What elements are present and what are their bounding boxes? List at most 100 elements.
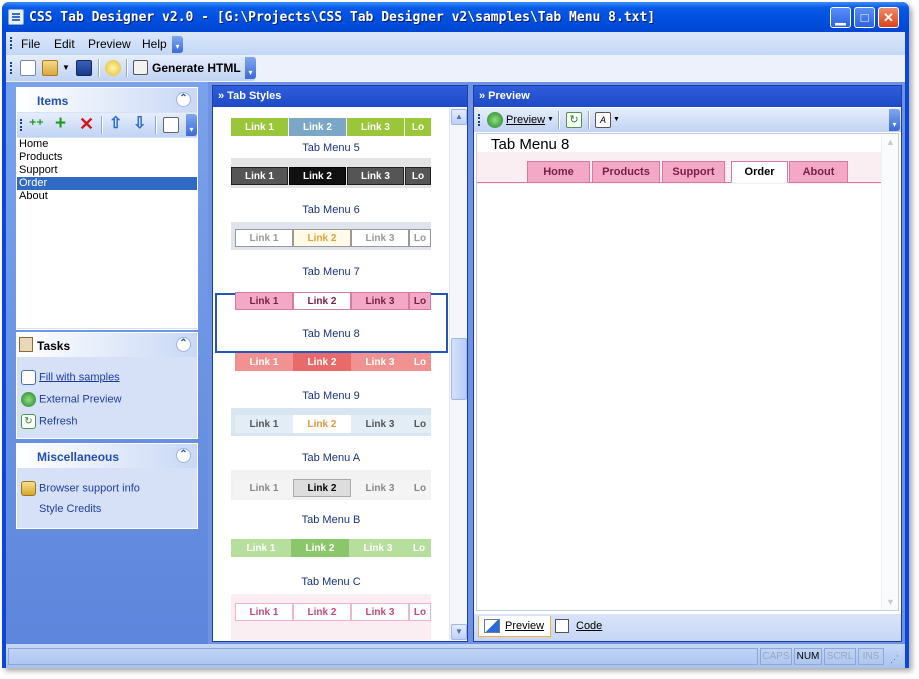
move-up-icon[interactable]: ⇧ (109, 116, 125, 132)
preview-button[interactable]: Preview (506, 114, 545, 126)
preview-toolbar-grip[interactable] (478, 114, 481, 126)
status-ins: INS (858, 648, 884, 665)
misc-panel-header[interactable]: Miscellaneous ⌃ (17, 444, 197, 468)
items-toolbar-grip[interactable] (20, 119, 23, 131)
list-item[interactable]: Support (17, 164, 197, 177)
open-dropdown-icon[interactable]: ▼ (62, 63, 70, 72)
browser-support-link[interactable]: Browser support info (21, 481, 140, 496)
refresh-link[interactable]: ↻ Refresh (21, 414, 78, 429)
style-preview-strip[interactable]: Link 1 Link 2 Link 3 Lo (231, 118, 431, 136)
save-icon[interactable] (76, 60, 92, 76)
style-caption[interactable]: Tab Menu 7 (213, 266, 449, 278)
menu-edit[interactable]: Edit (54, 37, 75, 51)
menu-help[interactable]: Help (142, 37, 167, 51)
style-tab: Lo (407, 539, 431, 557)
move-down-icon[interactable]: ⇩ (133, 116, 149, 132)
app-icon[interactable] (8, 9, 24, 25)
code-tab-icon (555, 619, 569, 633)
list-item[interactable]: Products (17, 151, 197, 164)
style-caption[interactable]: Tab Menu 8 (213, 328, 449, 340)
menu-file[interactable]: File (21, 37, 40, 51)
style-preview-strip[interactable]: Link 1 Link 2 Link 3 Lo (231, 229, 431, 247)
style-preview-strip[interactable]: Link 1 Link 2 Link 3 Lo (231, 167, 431, 185)
external-preview-link[interactable]: External Preview (21, 392, 122, 407)
preview-tab-home[interactable]: Home (527, 161, 590, 183)
tab-preview[interactable]: Preview (478, 616, 552, 637)
open-folder-icon[interactable] (42, 60, 58, 76)
style-tab: Link 1 (235, 415, 293, 433)
list-item-selected[interactable]: Order (17, 177, 197, 190)
menu-grip[interactable] (10, 37, 13, 49)
collapse-icon[interactable]: ⌃ (176, 337, 191, 352)
style-tab: Link 1 (235, 229, 293, 247)
preview-browser[interactable]: Tab Menu 8 Home Products Support Order A… (476, 133, 899, 611)
items-panel-header[interactable]: Items ⌃ (17, 88, 197, 112)
tab-code[interactable]: Code (550, 616, 608, 637)
minimize-button[interactable]: ▁ (830, 7, 851, 28)
close-button[interactable]: ✕ (878, 7, 899, 28)
delete-item-icon[interactable]: ✕ (79, 115, 95, 133)
style-credits-link[interactable]: Style Credits (39, 503, 101, 515)
help-icon[interactable] (105, 60, 121, 76)
add-item-icon[interactable]: + (55, 114, 71, 133)
style-preview-strip[interactable]: Link 1 Link 2 Link 3 Lo (231, 292, 431, 310)
edit-item-icon[interactable] (163, 117, 179, 133)
items-toolbar-overflow-icon[interactable]: ▾ (186, 114, 197, 136)
scroll-down-icon[interactable]: ▼ (886, 597, 895, 607)
status-bar: CAPS NUM SCRL INS ⋰ (6, 644, 905, 668)
toolbar-grip[interactable] (10, 62, 13, 74)
preview-scrollbar[interactable]: ▲ ▼ (881, 134, 898, 610)
items-toolbar-separator (101, 116, 102, 134)
list-item[interactable]: About (17, 190, 197, 203)
tab-styles-list[interactable]: Link 1 Link 2 Link 3 Lo Tab Menu 5 Link … (213, 108, 449, 640)
tab-styles-scrollbar[interactable]: ▲ ▼ (449, 108, 467, 641)
list-icon (21, 370, 36, 385)
style-caption[interactable]: Tab Menu 6 (213, 204, 449, 216)
style-caption[interactable]: Tab Menu C (213, 576, 449, 588)
add-multiple-icon[interactable]: ⁺⁺ (29, 117, 45, 133)
items-list[interactable]: Home Products Support Order About (17, 138, 197, 328)
preview-dropdown-icon[interactable]: ▼ (547, 116, 554, 123)
style-preview-strip[interactable]: Link 1 Link 2 Link 3 Lo (231, 603, 431, 621)
status-caps: CAPS (760, 648, 792, 665)
toolbar-overflow-icon[interactable]: ▾ (245, 57, 256, 79)
style-preview-strip[interactable]: Link 1 Link 2 Link 3 Lo (231, 479, 431, 497)
globe-icon[interactable] (487, 112, 503, 128)
tasks-panel-header[interactable]: Tasks ⌃ (17, 333, 197, 357)
style-preview-strip[interactable]: Link 1 Link 2 Link 3 Lo (231, 415, 431, 433)
menu-overflow-icon[interactable]: ▾ (172, 36, 183, 53)
style-tab: Link 2 (293, 353, 351, 371)
list-item[interactable]: Home (17, 138, 197, 151)
preview-tab-order[interactable]: Order (731, 161, 788, 183)
preview-tab-products[interactable]: Products (592, 161, 660, 183)
style-caption[interactable]: Tab Menu B (213, 514, 449, 526)
style-caption[interactable]: Tab Menu 5 (213, 142, 449, 154)
style-tab: Link 2 (293, 292, 351, 310)
font-size-icon[interactable]: A (595, 112, 611, 128)
generate-html-button[interactable]: Generate HTML (152, 61, 241, 75)
style-caption[interactable]: Tab Menu A (213, 452, 449, 464)
style-caption[interactable]: Tab Menu 9 (213, 390, 449, 402)
new-file-icon[interactable] (20, 60, 36, 76)
collapse-icon[interactable]: ⌃ (176, 92, 191, 107)
scroll-thumb[interactable] (451, 338, 467, 400)
menu-preview[interactable]: Preview (88, 37, 131, 51)
preview-toolbar-overflow-icon[interactable]: ▾ (889, 109, 900, 131)
generate-html-icon[interactable] (133, 60, 148, 75)
preview-tab-about[interactable]: About (789, 161, 848, 183)
scroll-up-icon[interactable]: ▲ (451, 109, 467, 125)
fill-samples-link[interactable]: Fill with samples (21, 370, 120, 385)
scroll-down-icon[interactable]: ▼ (451, 624, 467, 640)
font-size-dropdown-icon[interactable]: ▼ (613, 116, 620, 123)
toolbar-separator (98, 59, 99, 77)
title-bar[interactable]: CSS Tab Designer v2.0 - [G:\Projects\CSS… (2, 2, 909, 32)
maximize-button[interactable]: □ (854, 7, 875, 28)
scroll-up-icon[interactable]: ▲ (886, 137, 895, 147)
refresh-icon[interactable]: ↻ (566, 112, 582, 128)
resize-grip-icon[interactable]: ⋰ (890, 654, 899, 665)
preview-tab-support[interactable]: Support (662, 161, 725, 183)
style-preview-strip[interactable]: Link 1 Link 2 Link 3 Lo (231, 539, 431, 557)
style-tab: Lo (409, 479, 431, 497)
collapse-icon[interactable]: ⌃ (176, 448, 191, 463)
style-preview-strip[interactable]: Link 1 Link 2 Link 3 Lo (231, 353, 431, 371)
